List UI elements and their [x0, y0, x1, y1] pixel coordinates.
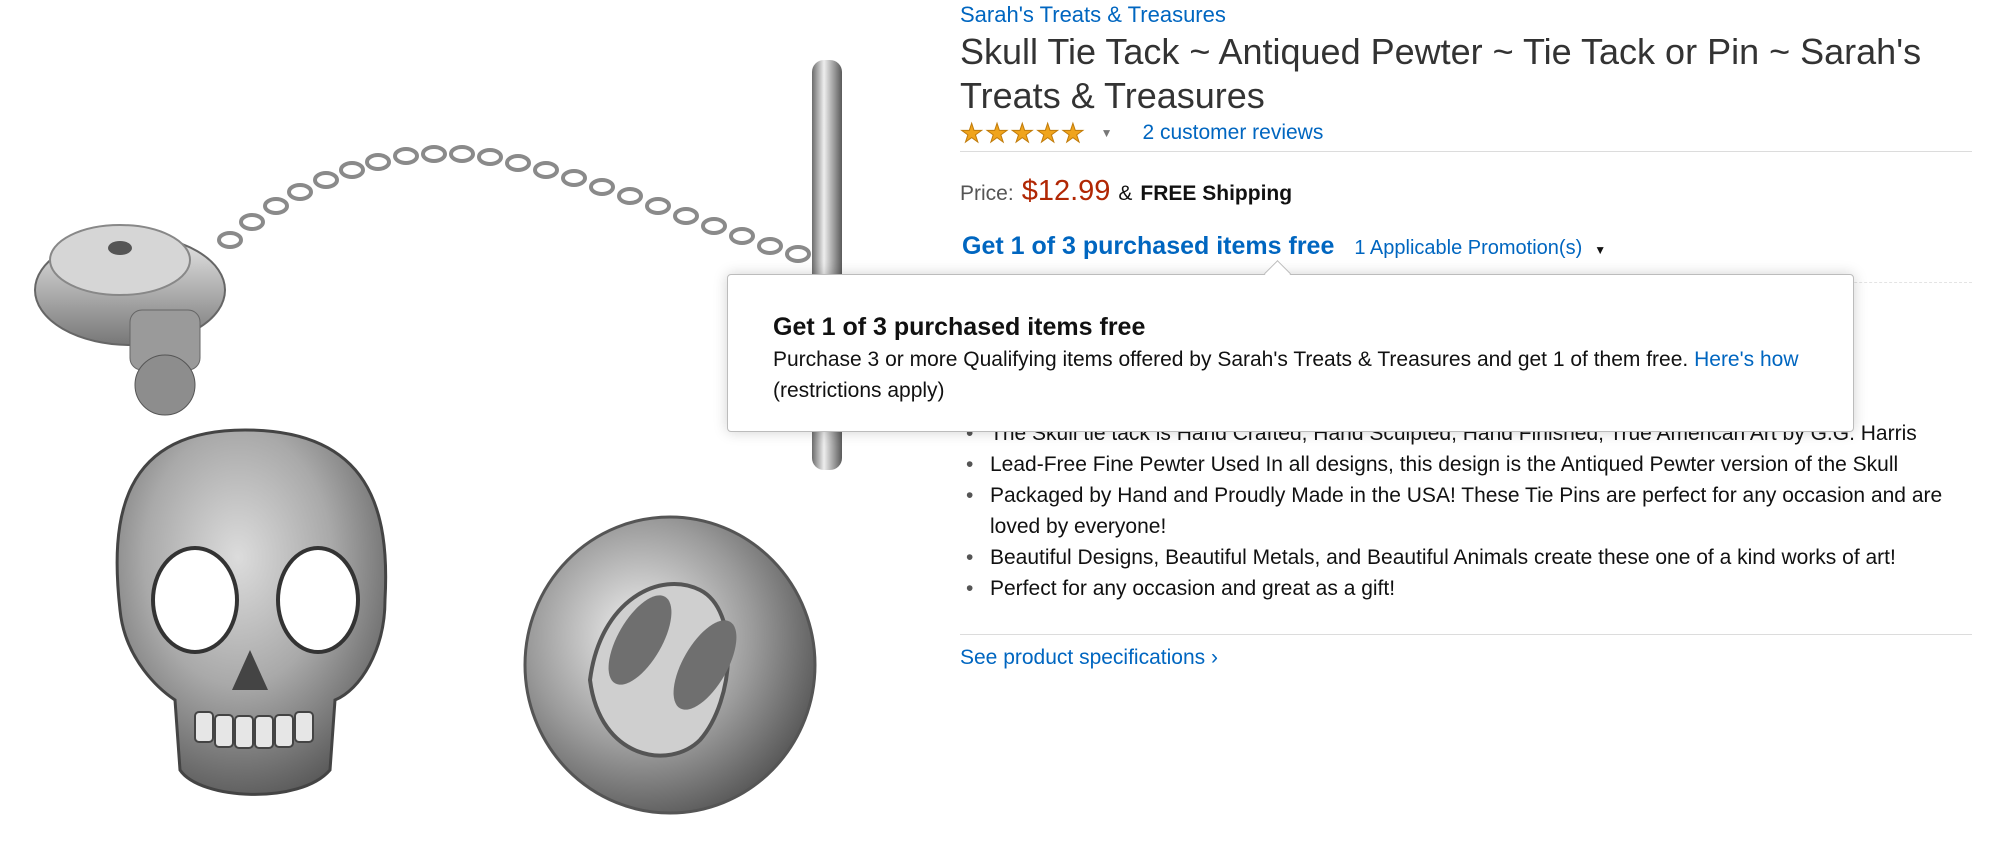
customer-reviews-link[interactable]: 2 customer reviews: [1142, 121, 1323, 145]
restrictions-note: (restrictions apply): [773, 379, 945, 402]
list-item: Perfect for any occasion and great as a …: [960, 573, 1972, 604]
list-item: Packaged by Hand and Proudly Made in the…: [960, 480, 1972, 542]
promotion-title-link[interactable]: Get 1 of 3 purchased items free: [962, 232, 1334, 261]
product-title: Skull Tie Tack ~ Antiqued Pewter ~ Tie T…: [960, 31, 1922, 116]
price-label: Price:: [960, 182, 1014, 205]
list-item: Lead-Free Fine Pewter Used In all design…: [960, 449, 1972, 480]
tie-clutch: [34, 224, 226, 416]
free-shipping-label: FREE Shipping: [1140, 182, 1293, 205]
divider: [960, 634, 1972, 635]
chevron-down-icon[interactable]: ▼: [1101, 126, 1113, 140]
chain: [217, 145, 811, 263]
feature-bullets: The Skull tie tack is Hand Crafted, Hand…: [960, 418, 1972, 604]
star-icon: ★: [985, 118, 1009, 148]
popover-text: Purchase 3 or more Qualifying items offe…: [773, 348, 1689, 371]
price-amount: $12.99: [1021, 175, 1111, 207]
applicable-promotions-link[interactable]: 1 Applicable Promotion(s): [1354, 237, 1582, 260]
promotion-row: Get 1 of 3 purchased items free 1 Applic…: [962, 232, 1606, 261]
star-icon: ★: [1035, 118, 1060, 148]
heres-how-link[interactable]: Here's how: [1694, 348, 1798, 371]
star-icon: ★: [959, 118, 984, 148]
pin-back: [523, 515, 817, 815]
product-specifications-link[interactable]: See product specifications ›: [960, 646, 1218, 670]
star-rating[interactable]: ★ ★ ★ ★ ★ ▼ 2 customer reviews: [959, 118, 1323, 148]
star-icon: ★: [1010, 118, 1034, 148]
divider: [960, 151, 1972, 152]
popover-body: Purchase 3 or more Qualifying items offe…: [773, 344, 1813, 406]
promotion-popover: Get 1 of 3 purchased items free Purchase…: [727, 274, 1854, 432]
star-icon: ★: [1061, 118, 1085, 148]
price-row: Price: $12.99 & FREE Shipping: [960, 175, 1292, 208]
skull-pin: [115, 428, 388, 796]
chevron-down-icon[interactable]: ▼: [1594, 243, 1606, 257]
popover-title: Get 1 of 3 purchased items free: [773, 313, 1146, 341]
list-item: Beautiful Designs, Beautiful Metals, and…: [960, 542, 1972, 573]
price-amp: &: [1118, 182, 1133, 205]
brand-link[interactable]: Sarah's Treats & Treasures: [960, 2, 1226, 28]
